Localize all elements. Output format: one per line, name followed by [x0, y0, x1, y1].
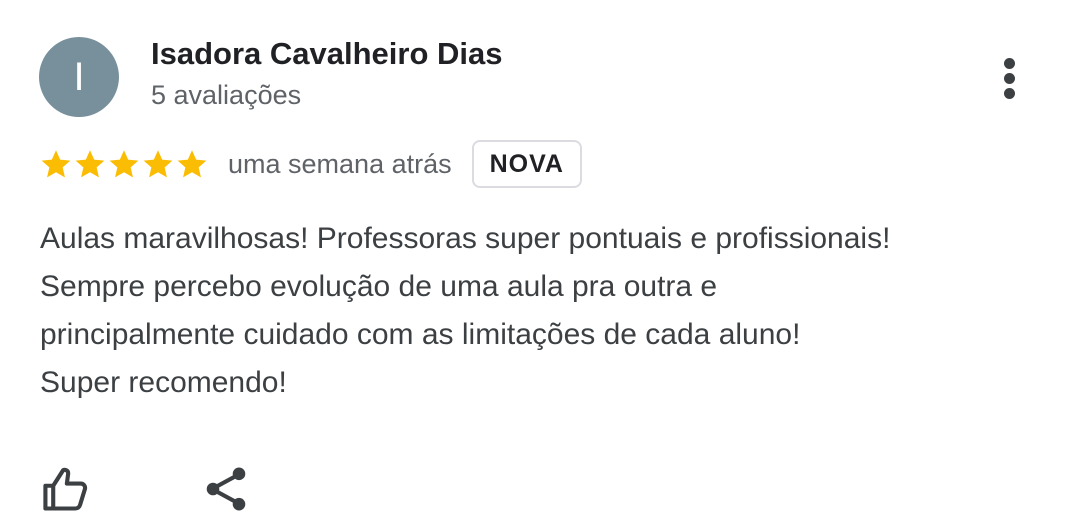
- more-options-button[interactable]: [988, 52, 1032, 104]
- star-rating: [39, 147, 209, 181]
- new-badge: NOVA: [471, 140, 582, 188]
- share-button[interactable]: [200, 463, 252, 515]
- share-icon: [206, 467, 246, 511]
- star-icon: [177, 150, 207, 178]
- author-review-count: 5 avaliações: [151, 80, 302, 110]
- rating-row: uma semana atrás NOVA: [39, 138, 582, 190]
- review-text-line: Sempre percebo evolução de uma aula pra …: [40, 270, 718, 303]
- like-button[interactable]: [40, 463, 92, 515]
- avatar[interactable]: I: [39, 37, 119, 117]
- review-text-line: Super recomendo!: [40, 366, 287, 399]
- review-text: Aulas maravilhosas! Professoras super po…: [40, 215, 1060, 407]
- review-card: I Isadora Cavalheiro Dias 5 avaliações u…: [0, 0, 1080, 523]
- star-icon: [143, 150, 173, 178]
- star-icon: [41, 150, 71, 178]
- thumbs-up-icon: [43, 467, 88, 511]
- star-icon: [75, 150, 105, 178]
- author-name[interactable]: Isadora Cavalheiro Dias: [151, 36, 503, 72]
- star-icon: [109, 150, 139, 178]
- review-time: uma semana atrás: [228, 148, 452, 179]
- review-text-line: principalmente cuidado com as limitações…: [40, 318, 801, 351]
- review-text-line: Aulas maravilhosas! Professoras super po…: [40, 222, 891, 255]
